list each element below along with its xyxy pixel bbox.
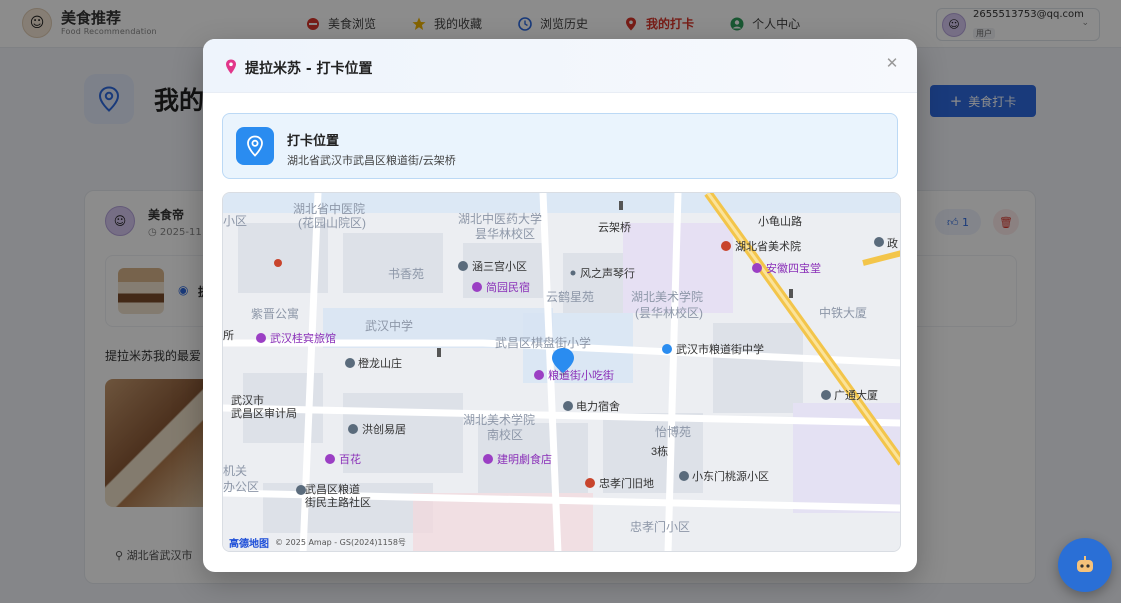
map-view[interactable]: 湖北省中医院 (花园山院区) 湖北中医药大学 昙华林校区 书香苑 云鹤星苑 湖北… — [222, 192, 901, 552]
map-label: 湖北省中医院 — [293, 201, 365, 216]
location-pin-icon — [236, 127, 274, 165]
map-label: 武昌区审计局 — [231, 406, 297, 420]
map-attribution: 高德地图 © 2025 Amap - GS(2024)1158号 — [229, 535, 406, 550]
map-label: 怡博苑 — [655, 424, 691, 439]
map-label: 武汉桂宾旅馆 — [270, 331, 336, 345]
location-label: 打卡位置 — [287, 134, 340, 149]
map-label: 所 — [223, 329, 234, 342]
map-label: 风之声琴行 — [580, 266, 635, 280]
map-label: (花园山院区) — [298, 215, 366, 230]
map-label: 街民主路社区 — [305, 495, 371, 509]
map-label: 湖北中医药大学 — [458, 211, 542, 226]
map-label: 百花 — [339, 453, 361, 466]
modal-title: 提拉米苏 - 打卡位置 — [245, 61, 373, 77]
location-address: 湖北省武汉市武昌区粮道街/云架桥 — [287, 154, 456, 167]
map-label: 电力宿舍 — [576, 399, 620, 413]
map-label: 橙龙山庄 — [358, 356, 402, 370]
amap-logo: 高德地图 — [229, 539, 269, 550]
map-label: 湖北美术学院 — [631, 289, 703, 304]
map-label: 忠孝门小区 — [630, 519, 690, 534]
map-label: 云鹤星苑 — [546, 289, 594, 304]
map-label: 紫晋公寓 — [251, 306, 299, 321]
map-label: 湖北美术学院 — [463, 412, 535, 427]
map-label: 湖北省美术院 — [735, 239, 801, 253]
map-label: 安徽四宝堂 — [766, 261, 821, 275]
map-label: 武昌区棋盘街小学 — [495, 335, 591, 350]
map-label: 涵三宫小区 — [472, 259, 527, 273]
map-label: 南校区 — [487, 427, 523, 442]
map-label: 忠孝门旧地 — [599, 476, 654, 490]
map-label: (昙华林校区) — [635, 305, 703, 320]
map-label: 粮道街小吃街 — [548, 368, 614, 382]
map-label: 3栋 — [651, 444, 668, 458]
location-info-card: 打卡位置 湖北省武汉市武昌区粮道街/云架桥 — [222, 113, 898, 179]
map-label: 云架桥 — [598, 221, 631, 234]
map-copyright: © 2025 Amap - GS(2024)1158号 — [275, 538, 406, 547]
assistant-button[interactable] — [1058, 538, 1112, 592]
map-label: 书香苑 — [388, 267, 424, 281]
map-label: 建明劇食店 — [497, 452, 552, 466]
robot-icon — [1077, 556, 1093, 572]
map-label: 武汉市 — [231, 393, 264, 407]
checkin-location-modal: 提拉米苏 - 打卡位置 ✕ 打卡位置 湖北省武汉市武昌区粮道街/云架桥 湖北省中… — [203, 39, 917, 572]
location-pin-icon — [225, 59, 237, 79]
map-label: 政 — [887, 236, 898, 250]
map-label: 办公区 — [223, 479, 259, 494]
map-label: 广通大厦 — [834, 388, 878, 402]
map-label: 洪创易居 — [362, 422, 406, 436]
map-label: 小区 — [223, 214, 247, 228]
map-label: 武汉中学 — [365, 318, 413, 333]
map-label: 小东门桃源小区 — [692, 469, 769, 483]
close-icon[interactable]: ✕ — [883, 54, 901, 72]
map-label: 中铁大厦 — [819, 305, 867, 320]
map-label: 昙华林校区 — [475, 226, 535, 241]
map-label: 武汉市粮道街中学 — [676, 342, 764, 356]
map-label: 武昌区粮道 — [305, 482, 360, 496]
map-label: 简园民宿 — [486, 280, 530, 294]
map-label: 机关 — [223, 464, 247, 478]
map-label: 小龟山路 — [758, 215, 802, 228]
modal-header: 提拉米苏 - 打卡位置 ✕ — [203, 39, 917, 93]
